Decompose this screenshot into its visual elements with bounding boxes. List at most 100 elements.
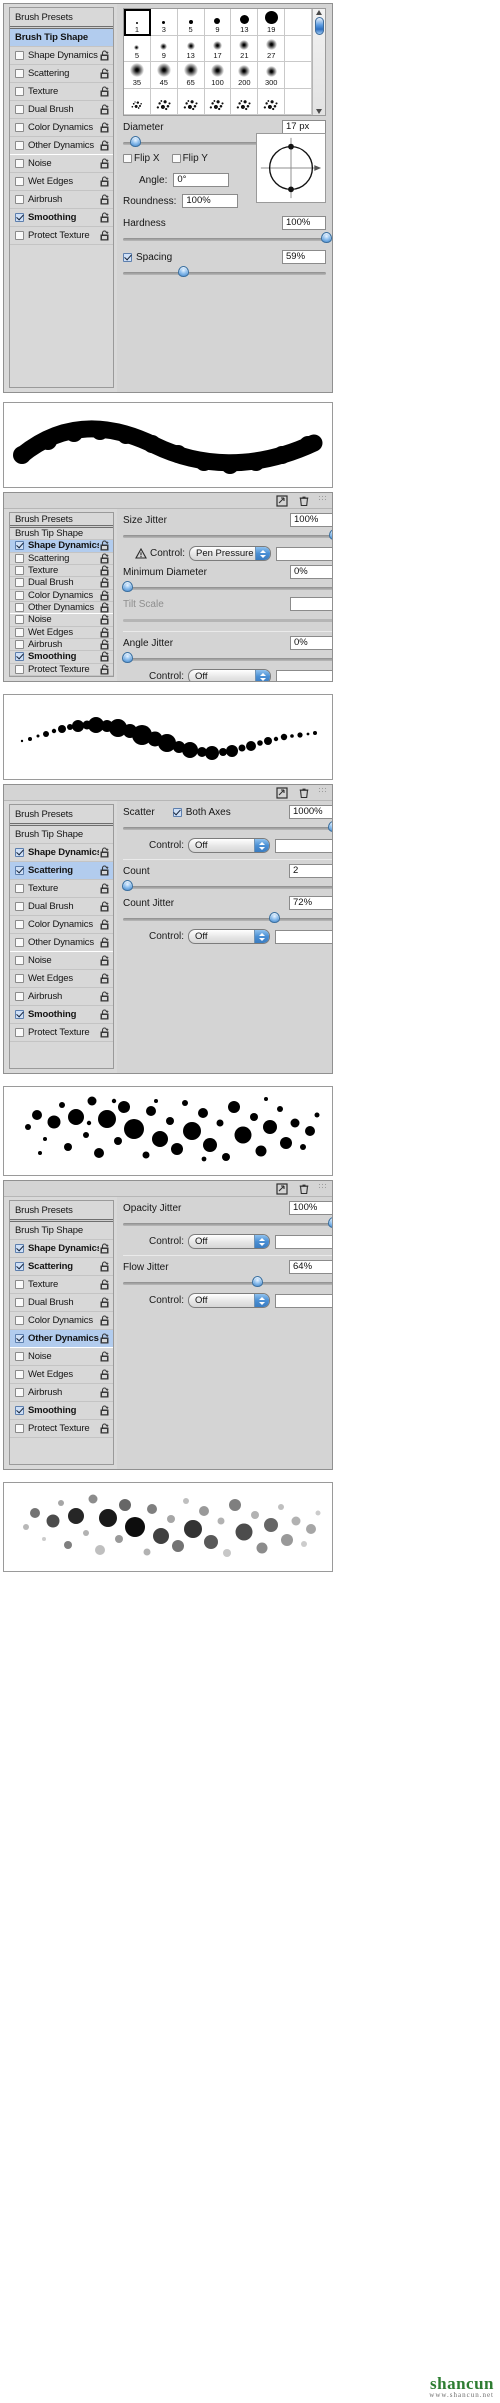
spacing-value[interactable]: 59% xyxy=(282,250,326,264)
lock-icon[interactable] xyxy=(99,1297,110,1308)
lock-icon[interactable] xyxy=(99,1009,110,1020)
sidebar-item-texture[interactable]: Texture xyxy=(10,564,113,578)
angle-value[interactable]: 0° xyxy=(173,173,230,187)
sidebar-item-dual-brush[interactable]: Dual Brush xyxy=(10,577,113,590)
sidebar-item-brush-presets[interactable]: Brush Presets xyxy=(10,8,113,26)
lock-icon[interactable] xyxy=(99,955,110,966)
lock-icon[interactable] xyxy=(99,194,110,205)
lock-icon[interactable] xyxy=(99,1027,110,1038)
count-jitter-value[interactable]: 72% xyxy=(289,896,332,910)
wet-edges-checkbox[interactable] xyxy=(15,627,24,637)
hardness-value[interactable]: 100% xyxy=(282,216,326,230)
stepper-icon[interactable] xyxy=(254,930,270,943)
scroll-up-icon[interactable] xyxy=(316,10,322,15)
brush-tip-cell-empty[interactable] xyxy=(285,62,312,89)
brush-tip-cell[interactable]: 300 xyxy=(258,62,286,89)
noise-checkbox[interactable] xyxy=(15,159,24,168)
size-control-select[interactable]: Pen Pressure xyxy=(189,546,272,561)
lock-icon[interactable] xyxy=(99,68,110,79)
lock-icon[interactable] xyxy=(99,614,110,625)
diameter-value[interactable]: 17 px xyxy=(282,120,326,134)
panel3-list[interactable]: Brush Presets Brush Tip Shape Shape Dyna… xyxy=(9,804,114,1069)
sidebar-item-shape-dynamics[interactable]: Shape Dynamics xyxy=(10,844,113,862)
lock-icon[interactable] xyxy=(99,50,110,61)
lock-icon[interactable] xyxy=(99,86,110,97)
brush-tip-grid[interactable]: 1 3 5 9 13 19 5 9 13 17 21 27 35 45 65 1… xyxy=(123,8,326,116)
count-jitter-slider[interactable] xyxy=(123,912,332,924)
panel4-list[interactable]: Brush Presets Brush Tip Shape Shape Dyna… xyxy=(9,1200,114,1465)
scatter-slider[interactable] xyxy=(123,821,332,833)
brush-tip-cell[interactable]: 45 xyxy=(150,62,178,89)
brush-tip-cell[interactable]: 1 xyxy=(124,9,151,36)
roundness-value[interactable]: 100% xyxy=(182,194,239,208)
lock-icon[interactable] xyxy=(99,1315,110,1326)
sidebar-item-smoothing[interactable]: Smoothing xyxy=(10,651,113,664)
brush-tip-cell-spatter[interactable] xyxy=(150,88,178,115)
brushes-panel-other-dynamics[interactable]: Brush Presets Brush Tip Shape Shape Dyna… xyxy=(3,1180,333,1470)
lock-icon[interactable] xyxy=(99,1333,110,1344)
brush-tip-cell-spatter[interactable] xyxy=(124,88,151,115)
smoothing-checkbox[interactable] xyxy=(15,652,24,662)
dual-brush-checkbox[interactable] xyxy=(15,1298,24,1307)
stepper-icon[interactable] xyxy=(255,670,271,681)
scatter-control-select[interactable]: Off xyxy=(188,838,271,853)
slider-knob[interactable] xyxy=(121,581,133,592)
scroll-down-icon[interactable] xyxy=(316,109,322,114)
lock-icon[interactable] xyxy=(99,1243,110,1254)
color-dynamics-checkbox[interactable] xyxy=(15,123,24,132)
slider-knob[interactable] xyxy=(121,652,133,663)
brush-tip-cell[interactable]: 9 xyxy=(204,9,232,36)
shape-dynamics-checkbox[interactable] xyxy=(15,51,24,60)
lock-icon[interactable] xyxy=(99,664,110,675)
airbrush-checkbox[interactable] xyxy=(15,195,24,204)
lock-icon[interactable] xyxy=(99,590,110,601)
slider-knob[interactable] xyxy=(320,232,332,243)
brush-tip-cells[interactable]: 1 3 5 9 13 19 5 9 13 17 21 27 35 45 65 1… xyxy=(124,9,312,115)
sidebar-item-wet-edges[interactable]: Wet Edges xyxy=(10,970,113,988)
flow-control-select[interactable]: Off xyxy=(188,1293,271,1308)
sidebar-item-scattering[interactable]: Scattering xyxy=(10,65,113,83)
sidebar-item-smoothing[interactable]: Smoothing xyxy=(10,209,113,227)
lock-icon[interactable] xyxy=(99,540,110,551)
texture-checkbox[interactable] xyxy=(15,1280,24,1289)
scattering-checkbox[interactable] xyxy=(15,553,24,563)
sidebar-item-shape-dynamics[interactable]: Shape Dynamics xyxy=(10,1240,113,1258)
brushes-panel-shape-dynamics[interactable]: Brush Presets Brush Tip Shape Shape Dyna… xyxy=(3,492,333,682)
scattering-checkbox[interactable] xyxy=(15,1262,24,1271)
grip-icon[interactable] xyxy=(318,495,328,502)
panel2-list[interactable]: Brush Presets Brush Tip Shape Shape Dyna… xyxy=(9,512,114,677)
flow-jitter-value[interactable]: 64% xyxy=(289,1260,332,1274)
sidebar-item-shape-dynamics[interactable]: Shape Dynamics xyxy=(10,540,113,553)
slider-knob[interactable] xyxy=(121,880,133,891)
sidebar-item-smoothing[interactable]: Smoothing xyxy=(10,1402,113,1420)
color-dynamics-checkbox[interactable] xyxy=(15,920,24,929)
opacity-control-select[interactable]: Off xyxy=(188,1234,271,1249)
noise-checkbox[interactable] xyxy=(15,956,24,965)
noise-checkbox[interactable] xyxy=(15,615,24,625)
shape-dynamics-checkbox[interactable] xyxy=(15,541,24,551)
lock-icon[interactable] xyxy=(99,1279,110,1290)
sidebar-item-dual-brush[interactable]: Dual Brush xyxy=(10,1294,113,1312)
slider-knob[interactable] xyxy=(129,136,141,147)
brush-tip-cell[interactable]: 13 xyxy=(177,35,205,62)
opacity-jitter-slider[interactable] xyxy=(123,1217,332,1229)
lock-icon[interactable] xyxy=(99,1261,110,1272)
flip-y-checkbox[interactable] xyxy=(171,154,181,163)
scattering-checkbox[interactable] xyxy=(15,866,24,875)
scrollbar-thumb[interactable] xyxy=(314,17,324,35)
sidebar-item-protect-texture[interactable]: Protect Texture xyxy=(10,663,113,676)
brush-tip-cell[interactable]: 19 xyxy=(258,9,286,36)
lock-icon[interactable] xyxy=(99,937,110,948)
brush-tip-cell-empty[interactable] xyxy=(285,88,312,115)
sidebar-item-shape-dynamics[interactable]: Shape Dynamics xyxy=(10,47,113,65)
protect-texture-checkbox[interactable] xyxy=(15,1028,24,1037)
sidebar-item-protect-texture[interactable]: Protect Texture xyxy=(10,227,113,245)
sidebar-item-brush-presets[interactable]: Brush Presets xyxy=(10,1201,113,1219)
lock-icon[interactable] xyxy=(99,602,110,613)
sidebar-item-other-dynamics[interactable]: Other Dynamics xyxy=(10,934,113,952)
sidebar-item-brush-presets[interactable]: Brush Presets xyxy=(10,513,113,525)
dual-brush-checkbox[interactable] xyxy=(15,578,24,588)
sidebar-item-scattering[interactable]: Scattering xyxy=(10,552,113,565)
brushes-panel-tip-shape[interactable]: Brush Presets Brush Tip Shape Shape Dyna… xyxy=(3,3,333,393)
spacing-slider[interactable] xyxy=(123,266,326,278)
